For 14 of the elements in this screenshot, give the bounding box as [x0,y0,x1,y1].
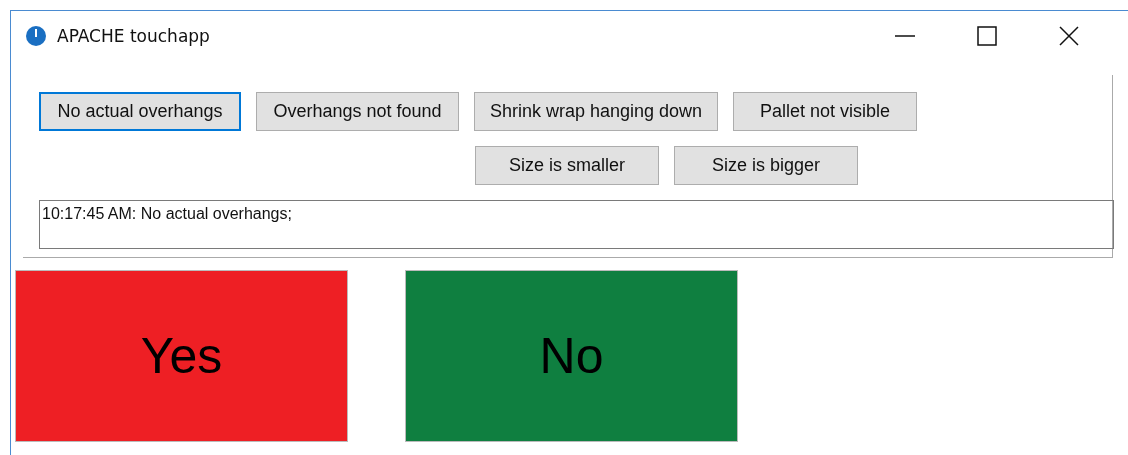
app-icon [25,25,47,47]
close-icon [1059,26,1079,46]
log-field[interactable]: 10:17:45 AM: No actual overhangs; [39,200,1114,249]
reason-button[interactable]: Overhangs not found [256,92,459,131]
reason-button[interactable]: No actual overhangs [39,92,241,131]
window-title: APACHE touchapp [57,26,210,46]
reason-button[interactable]: Pallet not visible [733,92,917,131]
minimize-icon [895,35,915,37]
size-button[interactable]: Size is bigger [674,146,858,185]
answer-button[interactable]: No [405,270,738,442]
answer-button[interactable]: Yes [15,270,348,442]
maximize-icon [977,26,997,46]
size-button[interactable]: Size is smaller [475,146,659,185]
reason-button[interactable]: Shrink wrap hanging down [474,92,718,131]
